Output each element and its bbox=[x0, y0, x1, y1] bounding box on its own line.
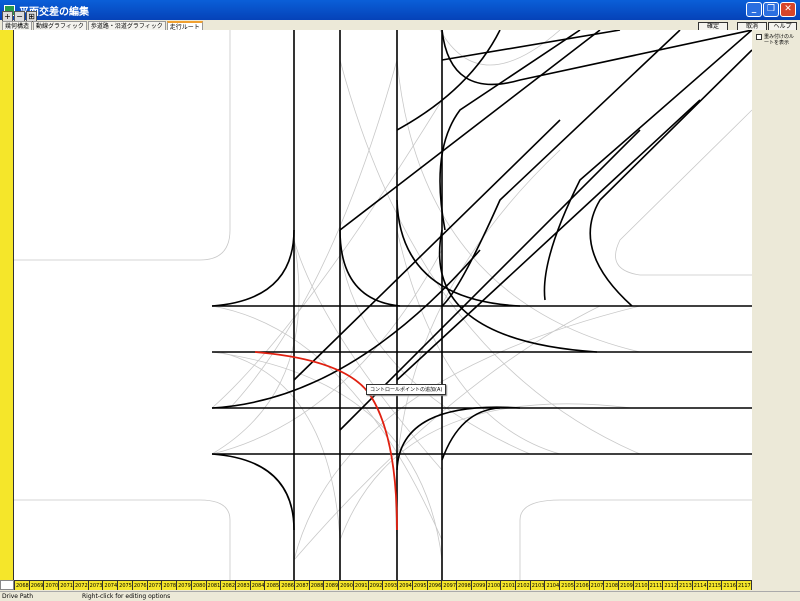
ruler-tick-label: 2082 bbox=[220, 581, 236, 590]
ruler-tick-label: 2070 bbox=[43, 581, 59, 590]
ruler-tick-label: 2101 bbox=[500, 581, 515, 590]
context-tooltip[interactable]: コントロールポイントの追加(A) bbox=[366, 384, 447, 395]
vertical-ruler bbox=[0, 30, 14, 580]
ruler-tick-label: 2105 bbox=[559, 581, 574, 590]
ruler-tick-label: 2088 bbox=[308, 581, 324, 590]
weighted-route-checkbox[interactable]: 重み付けのルートを表示 bbox=[752, 30, 800, 50]
ruler-tick-label: 2103 bbox=[529, 581, 545, 590]
ruler-tick-label: 2110 bbox=[632, 581, 648, 590]
road-lines bbox=[211, 29, 753, 580]
ruler-tick-label: 2116 bbox=[721, 581, 736, 590]
ruler-tick-label: 2097 bbox=[441, 581, 457, 590]
ruler-tick-label: 2118 bbox=[750, 581, 752, 590]
ruler-tick-label: 2104 bbox=[544, 581, 560, 590]
ruler-tick-label: 2112 bbox=[662, 581, 678, 590]
intersection-drawing[interactable] bbox=[14, 29, 753, 580]
status-mode: Drive Path bbox=[2, 593, 34, 600]
ruler-tick-label: 2084 bbox=[249, 581, 265, 590]
restore-button[interactable]: ❐ bbox=[763, 2, 779, 17]
ruler-tick-label: 2099 bbox=[470, 581, 486, 590]
ruler-tick-label: 2068 bbox=[14, 581, 29, 590]
guide-curves bbox=[14, 29, 753, 580]
ruler-tick-label: 2100 bbox=[485, 581, 501, 590]
ruler-tick-label: 2111 bbox=[647, 581, 663, 590]
status-bar: Drive Path Right-click for editing optio… bbox=[0, 591, 800, 600]
ruler-tick-label: 2114 bbox=[691, 581, 707, 590]
right-panel: 重み付けのルートを表示 bbox=[752, 30, 800, 590]
ruler-tick-label: 2109 bbox=[618, 581, 633, 590]
horizontal-ruler: 2068 2069 2070 2071 2072 2073 2074 2075 2076 2077… bbox=[14, 580, 752, 590]
ruler-tick-label: 2078 bbox=[161, 581, 177, 590]
ruler-tick-label: 2086 bbox=[279, 581, 294, 590]
ruler-tick-label: 2083 bbox=[235, 581, 250, 590]
ruler-tick-label: 2069 bbox=[28, 581, 44, 590]
selected-drive-path[interactable] bbox=[254, 351, 398, 531]
ruler-tick-label: 2071 bbox=[58, 581, 73, 590]
ruler-tick-label: 2095 bbox=[411, 581, 427, 590]
ruler-tick-label: 2098 bbox=[456, 581, 471, 590]
title-bar: 平面交差の編集 _ ❐ ✕ bbox=[0, 0, 800, 20]
ruler-tick-label: 2092 bbox=[367, 581, 383, 590]
status-hint: Right-click for editing options bbox=[82, 593, 171, 600]
drawing-canvas[interactable] bbox=[14, 29, 753, 580]
ruler-tick-label: 2073 bbox=[87, 581, 103, 590]
ruler-tick-label: 2107 bbox=[588, 581, 604, 590]
ruler-tick-label: 2090 bbox=[338, 581, 353, 590]
ruler-tick-label: 2072 bbox=[72, 581, 88, 590]
ruler-tick-label: 2079 bbox=[176, 581, 191, 590]
ruler-corner bbox=[0, 580, 14, 590]
ruler-tick-label: 2089 bbox=[323, 581, 339, 590]
ruler-tick-label: 2102 bbox=[514, 581, 530, 590]
ruler-tick-label: 2094 bbox=[397, 581, 412, 590]
ruler-tick-label: 2093 bbox=[382, 581, 398, 590]
ruler-tick-label: 2085 bbox=[264, 581, 280, 590]
ruler-tick-label: 2108 bbox=[603, 581, 619, 590]
ruler-tick-label: 2077 bbox=[146, 581, 162, 590]
ruler-tick-label: 2076 bbox=[131, 581, 147, 590]
ruler-tick-label: 2106 bbox=[573, 581, 589, 590]
ruler-tick-label: 2074 bbox=[102, 581, 118, 590]
checkbox-label: 重み付けのルートを表示 bbox=[764, 34, 795, 46]
ruler-tick-label: 2080 bbox=[190, 581, 206, 590]
minimize-button[interactable]: _ bbox=[746, 2, 762, 17]
ruler-tick-label: 2075 bbox=[117, 581, 132, 590]
ruler-tick-label: 2096 bbox=[426, 581, 442, 590]
checkbox-box[interactable] bbox=[756, 34, 762, 40]
ruler-tick-label: 2087 bbox=[293, 581, 309, 590]
ruler-tick-label: 2115 bbox=[706, 581, 722, 590]
ruler-tick-label: 2117 bbox=[735, 581, 751, 590]
ruler-tick-label: 2081 bbox=[205, 581, 221, 590]
ruler-tick-label: 2113 bbox=[677, 581, 692, 590]
ruler-tick-label: 2091 bbox=[352, 581, 368, 590]
close-button[interactable]: ✕ bbox=[780, 2, 796, 17]
